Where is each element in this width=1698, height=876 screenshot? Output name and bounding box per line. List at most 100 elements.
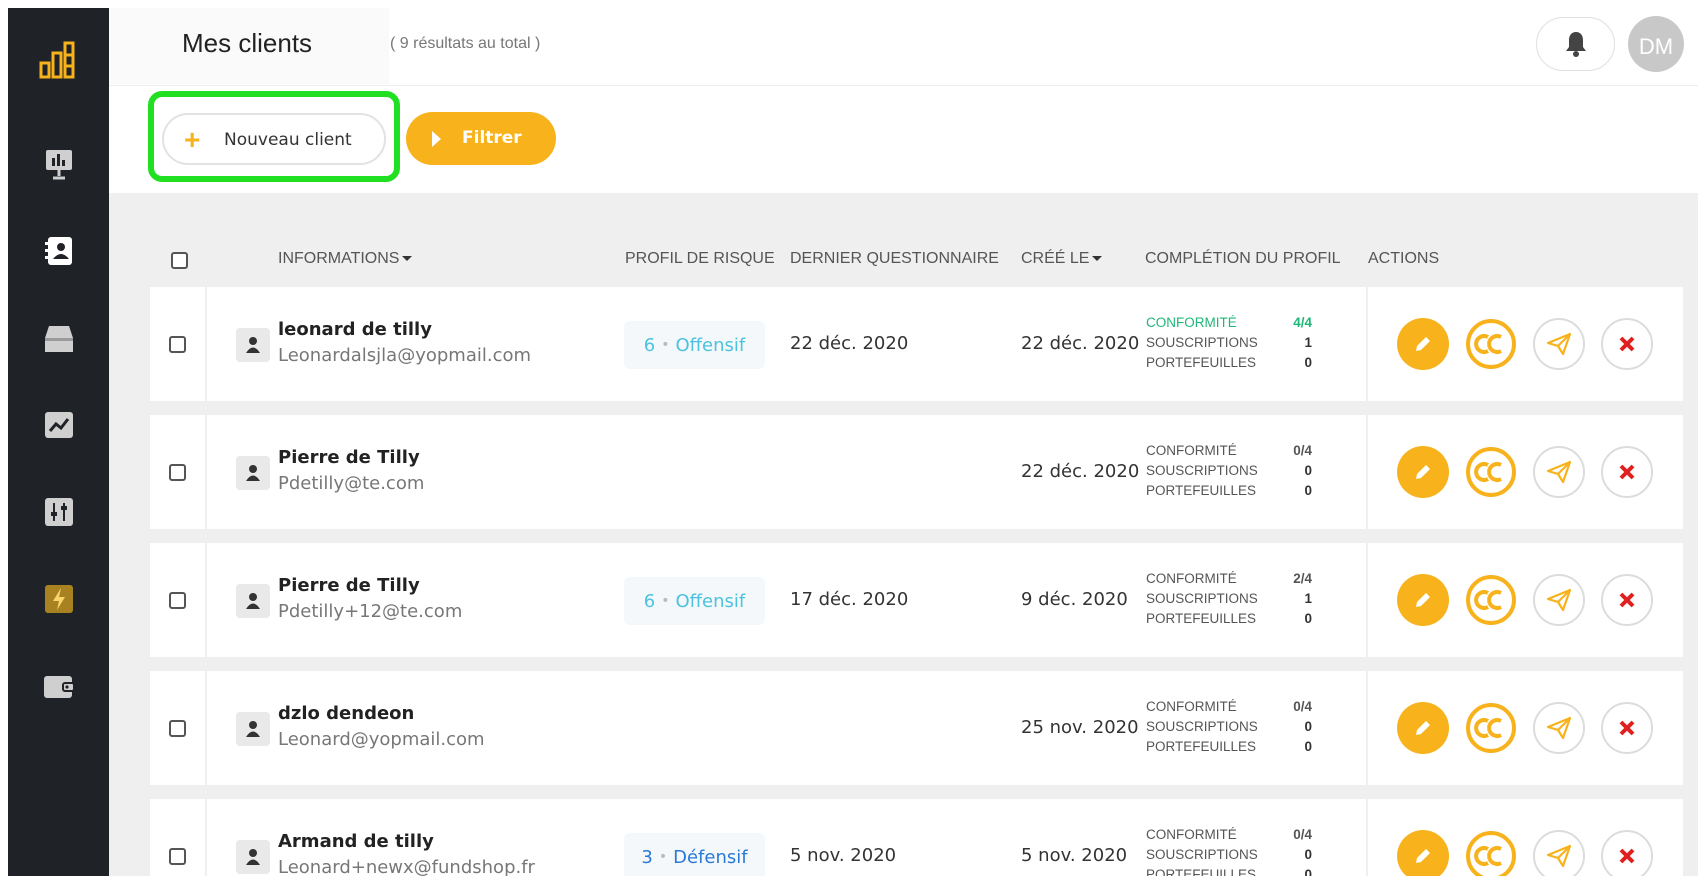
dot-separator: • bbox=[658, 849, 668, 865]
souscriptions-value: 1 bbox=[1304, 591, 1312, 606]
client-name[interactable]: Pierre de Tilly bbox=[278, 447, 420, 468]
client-name[interactable]: Pierre de Tilly bbox=[278, 575, 420, 596]
person-icon bbox=[236, 456, 270, 490]
person-icon bbox=[236, 840, 270, 874]
cc-button[interactable] bbox=[1465, 702, 1517, 754]
contacts-icon[interactable] bbox=[8, 231, 109, 271]
delete-button[interactable] bbox=[1601, 446, 1653, 498]
table-row[interactable]: Pierre de Tilly Pdetilly@te.com 22 déc. 20… bbox=[150, 415, 1683, 529]
row-checkbox[interactable] bbox=[169, 720, 186, 737]
edit-button[interactable] bbox=[1397, 318, 1449, 370]
header-informations[interactable]: INFORMATIONS bbox=[278, 250, 413, 268]
send-button[interactable] bbox=[1533, 318, 1585, 370]
created-date: 9 déc. 2020 bbox=[1021, 589, 1128, 610]
presentation-icon[interactable] bbox=[8, 144, 109, 184]
chart-icon[interactable] bbox=[8, 405, 109, 445]
table-row[interactable]: dzlo dendeon Leonard@yopmail.com 25 nov. 2… bbox=[150, 671, 1683, 785]
edit-button[interactable] bbox=[1397, 702, 1449, 754]
table-row[interactable]: Pierre de Tilly Pdetilly+12@te.com 6 • Offen… bbox=[150, 543, 1683, 657]
sliders-icon[interactable] bbox=[8, 492, 109, 532]
risk-label: Offensif bbox=[675, 334, 746, 356]
header-created[interactable]: CRÉÉ LE bbox=[1021, 250, 1103, 268]
close-icon bbox=[1619, 336, 1635, 352]
paper-plane-icon bbox=[1546, 716, 1572, 740]
header-risk: PROFIL DE RISQUE bbox=[625, 250, 775, 267]
select-all-checkbox[interactable] bbox=[171, 252, 188, 269]
logo-bars-icon[interactable] bbox=[8, 40, 109, 80]
cc-button[interactable] bbox=[1465, 830, 1517, 876]
result-count: ( 9 résultats au total ) bbox=[390, 35, 541, 52]
risk-badge: 3 • Défensif bbox=[624, 833, 765, 876]
conformite-value: 0/4 bbox=[1293, 443, 1312, 458]
delete-button[interactable] bbox=[1601, 702, 1653, 754]
client-email: Leonardalsjla@yopmail.com bbox=[278, 345, 532, 366]
pencil-icon bbox=[1416, 593, 1430, 607]
client-email: Pdetilly+12@te.com bbox=[278, 601, 463, 622]
cc-button[interactable] bbox=[1465, 318, 1517, 370]
row-divider bbox=[1366, 799, 1368, 876]
cc-button[interactable] bbox=[1465, 574, 1517, 626]
wallet-icon[interactable] bbox=[8, 667, 109, 707]
close-icon bbox=[1619, 464, 1635, 480]
paper-plane-icon bbox=[1546, 332, 1572, 356]
client-name[interactable]: Armand de tilly bbox=[278, 831, 434, 852]
edit-button[interactable] bbox=[1397, 574, 1449, 626]
notifications-button[interactable] bbox=[1536, 17, 1615, 71]
table-row[interactable]: Armand de tilly Leonard+newx@fundshop.fr 3… bbox=[150, 799, 1683, 876]
avatar[interactable]: DM bbox=[1628, 16, 1684, 72]
edit-button[interactable] bbox=[1397, 830, 1449, 876]
person-icon bbox=[236, 328, 270, 362]
cc-button[interactable] bbox=[1465, 446, 1517, 498]
send-button[interactable] bbox=[1533, 830, 1585, 876]
delete-button[interactable] bbox=[1601, 574, 1653, 626]
created-date: 25 nov. 2020 bbox=[1021, 717, 1139, 738]
new-client-label: Nouveau client bbox=[224, 130, 352, 150]
send-button[interactable] bbox=[1533, 446, 1585, 498]
table-header: INFORMATIONS PROFIL DE RISQUE DERNIER QU… bbox=[109, 193, 1698, 283]
page-title: Mes clients bbox=[182, 28, 313, 58]
risk-label: Défensif bbox=[673, 846, 748, 868]
filter-button[interactable]: Filtrer bbox=[406, 112, 556, 165]
person-icon bbox=[236, 712, 270, 746]
row-checkbox[interactable] bbox=[169, 464, 186, 481]
row-checkbox[interactable] bbox=[169, 848, 186, 865]
portefeuilles-value: 0 bbox=[1304, 355, 1312, 370]
portefeuilles-value: 0 bbox=[1304, 739, 1312, 754]
send-button[interactable] bbox=[1533, 574, 1585, 626]
row-checkbox[interactable] bbox=[169, 592, 186, 609]
row-divider bbox=[205, 287, 207, 401]
header-completion: COMPLÉTION DU PROFIL bbox=[1145, 250, 1341, 267]
row-checkbox[interactable] bbox=[169, 336, 186, 353]
table-row[interactable]: leonard de tilly Leonardalsjla@yopmail.co… bbox=[150, 287, 1683, 401]
new-client-button[interactable]: + Nouveau client bbox=[162, 113, 386, 165]
last-questionnaire-date: 17 déc. 2020 bbox=[790, 589, 909, 610]
delete-button[interactable] bbox=[1601, 830, 1653, 876]
inbox-icon[interactable] bbox=[8, 319, 109, 359]
created-date: 22 déc. 2020 bbox=[1021, 333, 1140, 354]
sidebar bbox=[8, 8, 109, 876]
portefeuilles-value: 0 bbox=[1304, 611, 1312, 626]
risk-number: 6 bbox=[643, 334, 656, 356]
header: Mes clients ( 9 résultats au total ) DM bbox=[109, 0, 1698, 86]
edit-button[interactable] bbox=[1397, 446, 1449, 498]
risk-badge: 6 • Offensif bbox=[624, 321, 765, 369]
row-divider bbox=[1366, 287, 1368, 401]
close-icon bbox=[1619, 848, 1635, 864]
client-name[interactable]: dzlo dendeon bbox=[278, 703, 414, 724]
send-button[interactable] bbox=[1533, 702, 1585, 754]
souscriptions-value: 0 bbox=[1304, 847, 1312, 862]
close-icon bbox=[1619, 720, 1635, 736]
paper-plane-icon bbox=[1546, 844, 1572, 868]
client-name[interactable]: leonard de tilly bbox=[278, 319, 432, 340]
delete-button[interactable] bbox=[1601, 318, 1653, 370]
play-icon bbox=[432, 131, 441, 147]
conformite-value: 2/4 bbox=[1293, 571, 1312, 586]
header-last-questionnaire: DERNIER QUESTIONNAIRE bbox=[790, 250, 999, 267]
close-icon bbox=[1619, 592, 1635, 608]
conformite-value: 0/4 bbox=[1293, 699, 1312, 714]
lightning-icon[interactable] bbox=[8, 579, 109, 619]
cc-icon bbox=[1466, 575, 1516, 625]
filter-label: Filtrer bbox=[462, 128, 522, 148]
dot-separator: • bbox=[661, 593, 670, 609]
cc-icon bbox=[1466, 447, 1516, 497]
